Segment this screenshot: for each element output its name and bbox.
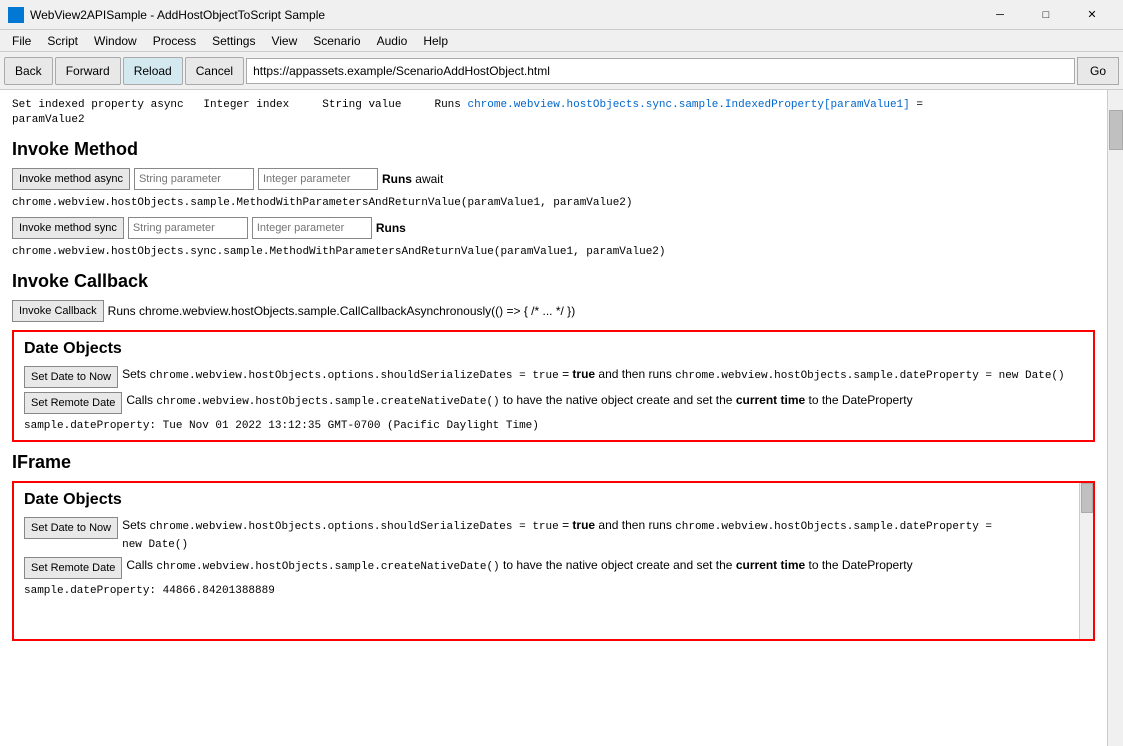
main-scrollbar[interactable] (1107, 90, 1123, 746)
iframe-set-date-button[interactable]: Set Date to Now (24, 517, 118, 539)
menu-window[interactable]: Window (86, 32, 145, 50)
menu-help[interactable]: Help (415, 32, 456, 50)
date-output: sample.dateProperty: Tue Nov 01 2022 13:… (24, 420, 1083, 432)
close-button[interactable]: ✕ (1069, 0, 1115, 30)
iframe-set-remote-code: chrome.webview.hostObjects.sample.create… (156, 561, 499, 573)
menu-audio[interactable]: Audio (369, 32, 416, 50)
iframe-date-objects-title: Date Objects (24, 491, 1065, 509)
set-remote-code: chrome.webview.hostObjects.sample.create… (156, 396, 499, 408)
maximize-button[interactable]: □ (1023, 0, 1069, 30)
truncated-line: Set indexed property async Integer index… (12, 99, 923, 111)
set-date-row: Set Date to Now Sets chrome.webview.host… (24, 366, 1083, 388)
set-date-description: Sets chrome.webview.hostObjects.options.… (122, 366, 1083, 384)
invoke-callback-row: Invoke Callback Runs chrome.webview.host… (12, 300, 1095, 322)
iframe-set-date-code2: chrome.webview.hostObjects.sample.datePr… (675, 521, 992, 533)
minimize-button[interactable]: ─ (977, 0, 1023, 30)
menu-settings[interactable]: Settings (204, 32, 263, 50)
content-area: Set indexed property async Integer index… (0, 90, 1107, 746)
set-remote-row: Set Remote Date Calls chrome.webview.hos… (24, 392, 1083, 414)
nav-bar: Back Forward Reload Cancel Go (0, 52, 1123, 90)
async-string-param[interactable] (134, 168, 254, 190)
sync-runs-prefix: Runs (376, 221, 406, 235)
title-bar-text: WebView2APISample - AddHostObjectToScrip… (30, 8, 977, 22)
date-objects-title: Date Objects (24, 340, 1083, 358)
invoke-callback-button[interactable]: Invoke Callback (12, 300, 104, 322)
truncated-top: Set indexed property async Integer index… (12, 98, 1095, 129)
iframe-section: IFrame Date Objects Set Date to Now Sets… (12, 452, 1095, 641)
title-bar: WebView2APISample - AddHostObjectToScrip… (0, 0, 1123, 30)
iframe-set-remote-description: Calls chrome.webview.hostObjects.sample.… (126, 557, 1065, 575)
sync-code-line: chrome.webview.hostObjects.sync.sample.M… (12, 245, 1095, 260)
iframe-set-remote-button[interactable]: Set Remote Date (24, 557, 122, 579)
menu-file[interactable]: File (4, 32, 39, 50)
main-scrollbar-thumb (1109, 110, 1123, 150)
app-icon (8, 7, 24, 23)
cancel-button[interactable]: Cancel (185, 57, 244, 85)
invoke-sync-button[interactable]: Invoke method sync (12, 217, 124, 239)
set-date-code2: chrome.webview.hostObjects.sample.datePr… (675, 370, 1064, 382)
callback-runs-text: Runs chrome.webview.hostObjects.sample.C… (108, 304, 576, 318)
iframe-scrollbar[interactable] (1079, 483, 1093, 639)
iframe-set-date-code1: chrome.webview.hostObjects.options.shoul… (149, 521, 558, 533)
sync-string-param[interactable] (128, 217, 248, 239)
async-int-param[interactable] (258, 168, 378, 190)
title-bar-controls: ─ □ ✕ (977, 0, 1115, 30)
async-runs-prefix: Runs await (382, 172, 443, 186)
menu-process[interactable]: Process (145, 32, 204, 50)
set-remote-button[interactable]: Set Remote Date (24, 392, 122, 414)
forward-button[interactable]: Forward (55, 57, 121, 85)
iframe-set-remote-row: Set Remote Date Calls chrome.webview.hos… (24, 557, 1065, 579)
url-input[interactable] (246, 58, 1075, 84)
iframe-set-date-description: Sets chrome.webview.hostObjects.options.… (122, 517, 1065, 554)
iframe-title: IFrame (12, 452, 1095, 473)
invoke-callback-title: Invoke Callback (12, 271, 1095, 292)
set-remote-description: Calls chrome.webview.hostObjects.sample.… (126, 392, 1083, 410)
menu-scenario[interactable]: Scenario (305, 32, 368, 50)
iframe-scrollbar-thumb (1081, 483, 1093, 513)
async-code-line: chrome.webview.hostObjects.sample.Method… (12, 196, 1095, 211)
iframe-set-date-code3: new Date() (122, 539, 188, 551)
truncated-line2: paramValue2 (12, 114, 85, 126)
menu-script[interactable]: Script (39, 32, 86, 50)
set-date-code1: chrome.webview.hostObjects.options.shoul… (149, 370, 558, 382)
invoke-method-title: Invoke Method (12, 139, 1095, 160)
set-date-button[interactable]: Set Date to Now (24, 366, 118, 388)
invoke-sync-row: Invoke method sync Runs (12, 217, 1095, 239)
iframe-set-date-row: Set Date to Now Sets chrome.webview.host… (24, 517, 1065, 554)
menu-bar: File Script Window Process Settings View… (0, 30, 1123, 52)
invoke-async-button[interactable]: Invoke method async (12, 168, 130, 190)
iframe-date-output: sample.dateProperty: 44866.84201388889 (24, 585, 1065, 597)
main-wrapper: Set indexed property async Integer index… (0, 90, 1123, 746)
iframe-inner-box: Date Objects Set Date to Now Sets chrome… (12, 481, 1095, 641)
sync-int-param[interactable] (252, 217, 372, 239)
reload-button[interactable]: Reload (123, 57, 183, 85)
date-objects-box: Date Objects Set Date to Now Sets chrome… (12, 330, 1095, 442)
invoke-async-row: Invoke method async Runs await (12, 168, 1095, 190)
menu-view[interactable]: View (263, 32, 305, 50)
go-button[interactable]: Go (1077, 57, 1119, 85)
back-button[interactable]: Back (4, 57, 53, 85)
